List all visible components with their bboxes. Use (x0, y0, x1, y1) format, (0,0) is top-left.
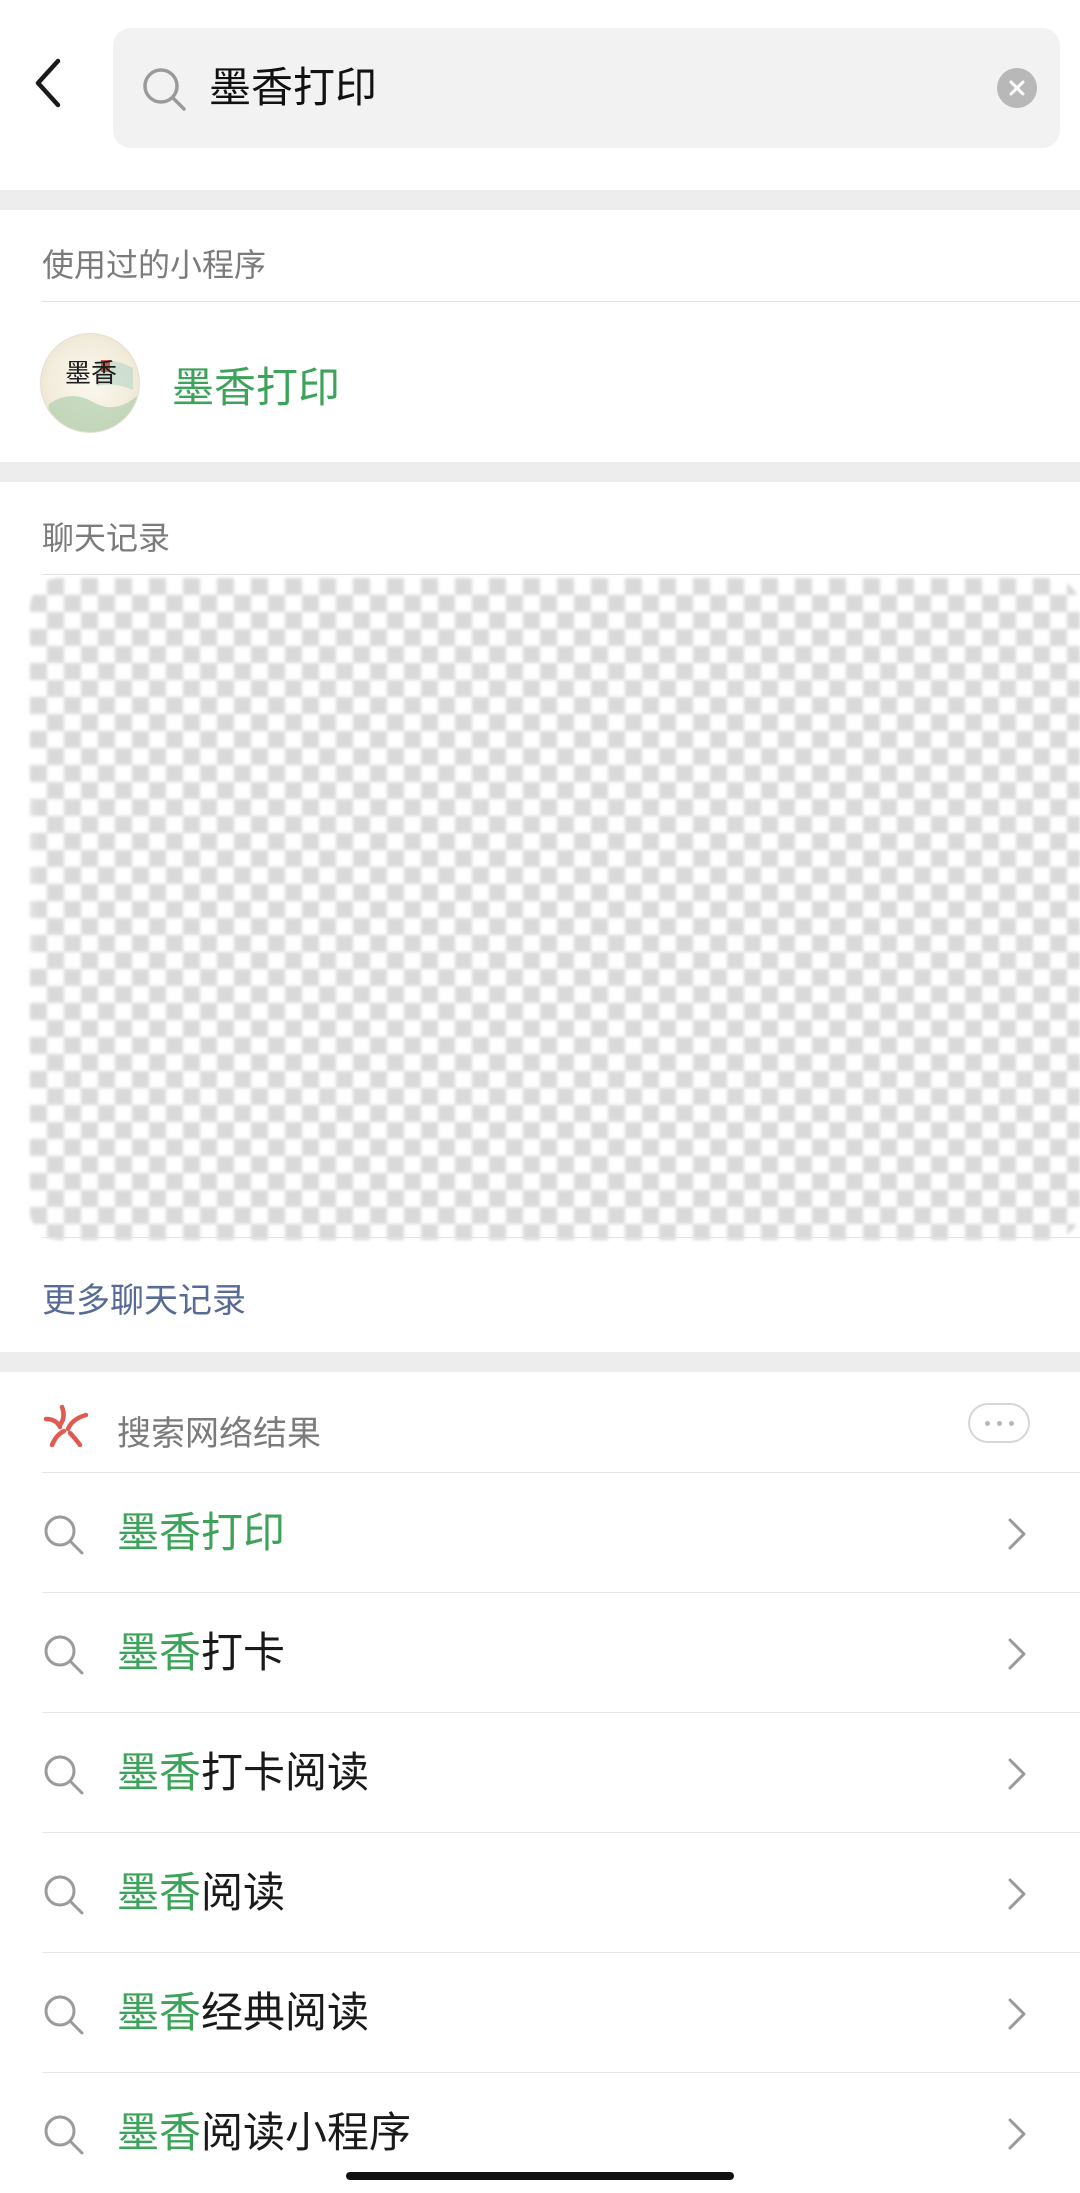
search-icon (44, 2115, 84, 2155)
divider (42, 574, 1080, 575)
web-result-row[interactable]: 墨香打卡 (0, 1593, 1080, 1713)
web-result-text: 墨香打印 (117, 1507, 285, 1559)
result-rest: 经典阅读 (201, 1988, 370, 2037)
dot (997, 1421, 1002, 1426)
chevron-right-icon (1008, 1518, 1026, 1550)
web-result-text: 墨香阅读 (117, 1867, 285, 1919)
chevron-left-icon (35, 58, 61, 108)
dot (1009, 1421, 1014, 1426)
section-separator (0, 190, 1080, 210)
search-icon (44, 1755, 84, 1795)
web-result-text: 墨香阅读小程序 (117, 2107, 411, 2159)
redacted-chat-results (30, 578, 1080, 1240)
more-chat-records-link[interactable]: 更多聊天记录 (42, 1273, 246, 1322)
web-result-row[interactable]: 墨香打卡阅读 (0, 1713, 1080, 1833)
web-result-text: 墨香打卡阅读 (117, 1747, 369, 1799)
mini-program-name: 墨香打印 (172, 363, 341, 412)
more-options-button[interactable] (968, 1403, 1030, 1443)
mini-program-logo-text: 墨香 (65, 359, 117, 389)
result-highlight: 墨香 (117, 2108, 202, 2157)
web-result-row[interactable]: 墨香经典阅读 (0, 1953, 1080, 2073)
divider (42, 301, 1080, 302)
web-results-header: 搜索网络结果 (117, 1414, 321, 1454)
result-rest: 打卡 (201, 1628, 286, 1677)
search-icon (44, 1635, 84, 1675)
result-highlight: 墨香 (117, 1748, 202, 1797)
back-button[interactable] (30, 55, 90, 125)
home-indicator[interactable] (346, 2172, 734, 2180)
search-icon (143, 68, 186, 111)
divider (42, 1237, 1080, 1238)
result-rest: 阅读 (201, 1868, 286, 1917)
web-result-row[interactable]: 墨香阅读 (0, 1833, 1080, 1953)
web-result-row[interactable]: 墨香打印 (0, 1473, 1080, 1593)
search-icon (44, 1875, 84, 1915)
mini-programs-header: 使用过的小程序 (42, 246, 267, 284)
search-icon (44, 1515, 84, 1555)
result-highlight: 墨香 (117, 1868, 202, 1917)
clear-search-button[interactable] (997, 68, 1037, 108)
search-bar: 墨香打印 (0, 0, 1080, 190)
close-icon (1009, 80, 1025, 96)
result-highlight: 墨香打印 (117, 1508, 286, 1557)
chevron-right-icon (1008, 1878, 1026, 1910)
search-input[interactable]: 墨香打印 (113, 28, 1060, 148)
redaction-edge (0, 800, 40, 960)
result-rest: 打卡阅读 (201, 1748, 370, 1797)
result-highlight: 墨香 (117, 1628, 202, 1677)
result-rest: 阅读小程序 (201, 2108, 412, 2157)
mini-program-logo-icon: 墨香 (45, 359, 137, 432)
result-highlight: 墨香 (117, 1988, 202, 2037)
section-separator (0, 462, 1080, 482)
chevron-right-icon (1008, 1998, 1026, 2030)
search-query-text[interactable]: 墨香打印 (209, 56, 377, 120)
chevron-right-icon (1008, 1638, 1026, 1670)
web-result-text: 墨香打卡 (117, 1627, 285, 1679)
section-separator (0, 1352, 1080, 1372)
dot (985, 1421, 990, 1426)
chevron-right-icon (1008, 1758, 1026, 1790)
chat-records-header: 聊天记录 (42, 519, 171, 557)
mini-program-avatar: 墨香 (40, 333, 140, 433)
search-icon (44, 1995, 84, 2035)
web-result-text: 墨香经典阅读 (117, 1987, 369, 2039)
chevron-right-icon (1008, 2118, 1026, 2150)
search-network-icon (43, 1405, 89, 1447)
